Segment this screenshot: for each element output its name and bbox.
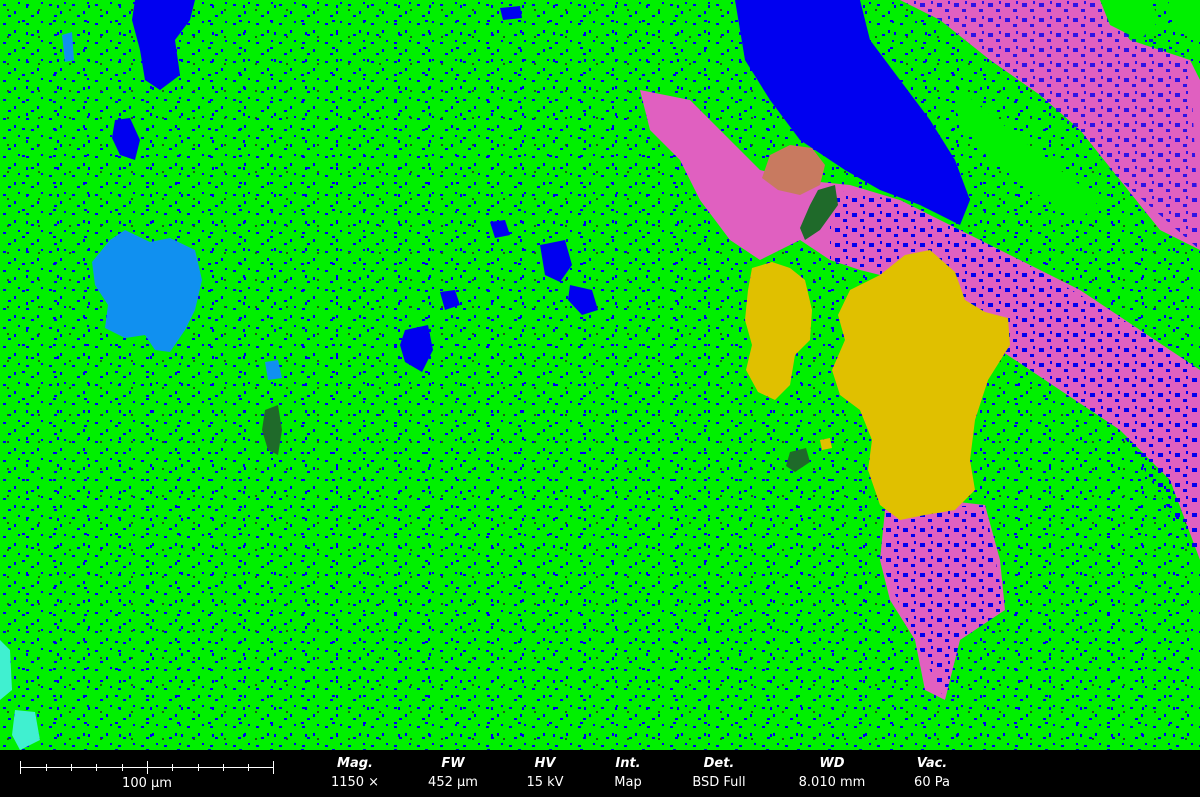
field-value: BSD Full [692,775,746,790]
sem-data-bar: 100 µm Mag. 1150 × FW 452 µm HV 15 kV In… [0,750,1200,797]
scale-bar-label: 100 µm [122,776,172,791]
scale-bar-tick [96,764,97,771]
scale-bar-tick [71,764,72,771]
scale-bar-tick [122,764,123,771]
scale-bar-tick [198,764,199,771]
field-label: WD [819,756,845,771]
scale-bar-tick [20,761,21,774]
field-wd: WD 8.010 mm [777,755,887,792]
field-vac: Vac. 60 Pa [877,755,987,792]
yellow-phase-fleck [820,438,832,450]
scale-bar-tick [172,764,173,771]
scale-bar-tick [223,764,224,771]
scale-bar-tick [248,764,249,771]
field-value: 60 Pa [914,775,950,790]
blue-pore-top-2 [500,6,522,20]
field-label: Vac. [916,756,948,771]
sem-viewer: 100 µm Mag. 1150 × FW 452 µm HV 15 kV In… [0,0,1200,797]
phase-map-image [0,0,1200,750]
field-value: 1150 × [330,775,380,790]
field-det: Det. BSD Full [664,755,774,792]
scale-bar-tick [273,761,274,774]
field-value: 8.010 mm [798,775,866,790]
field-label: Mag. [337,756,373,771]
matrix-porosity-2 [0,0,1200,750]
field-magnification: Mag. 1150 × [300,755,410,792]
field-label: Det. [703,756,735,771]
scale-bar-tick [147,761,148,774]
scale-bar-tick [46,764,47,771]
